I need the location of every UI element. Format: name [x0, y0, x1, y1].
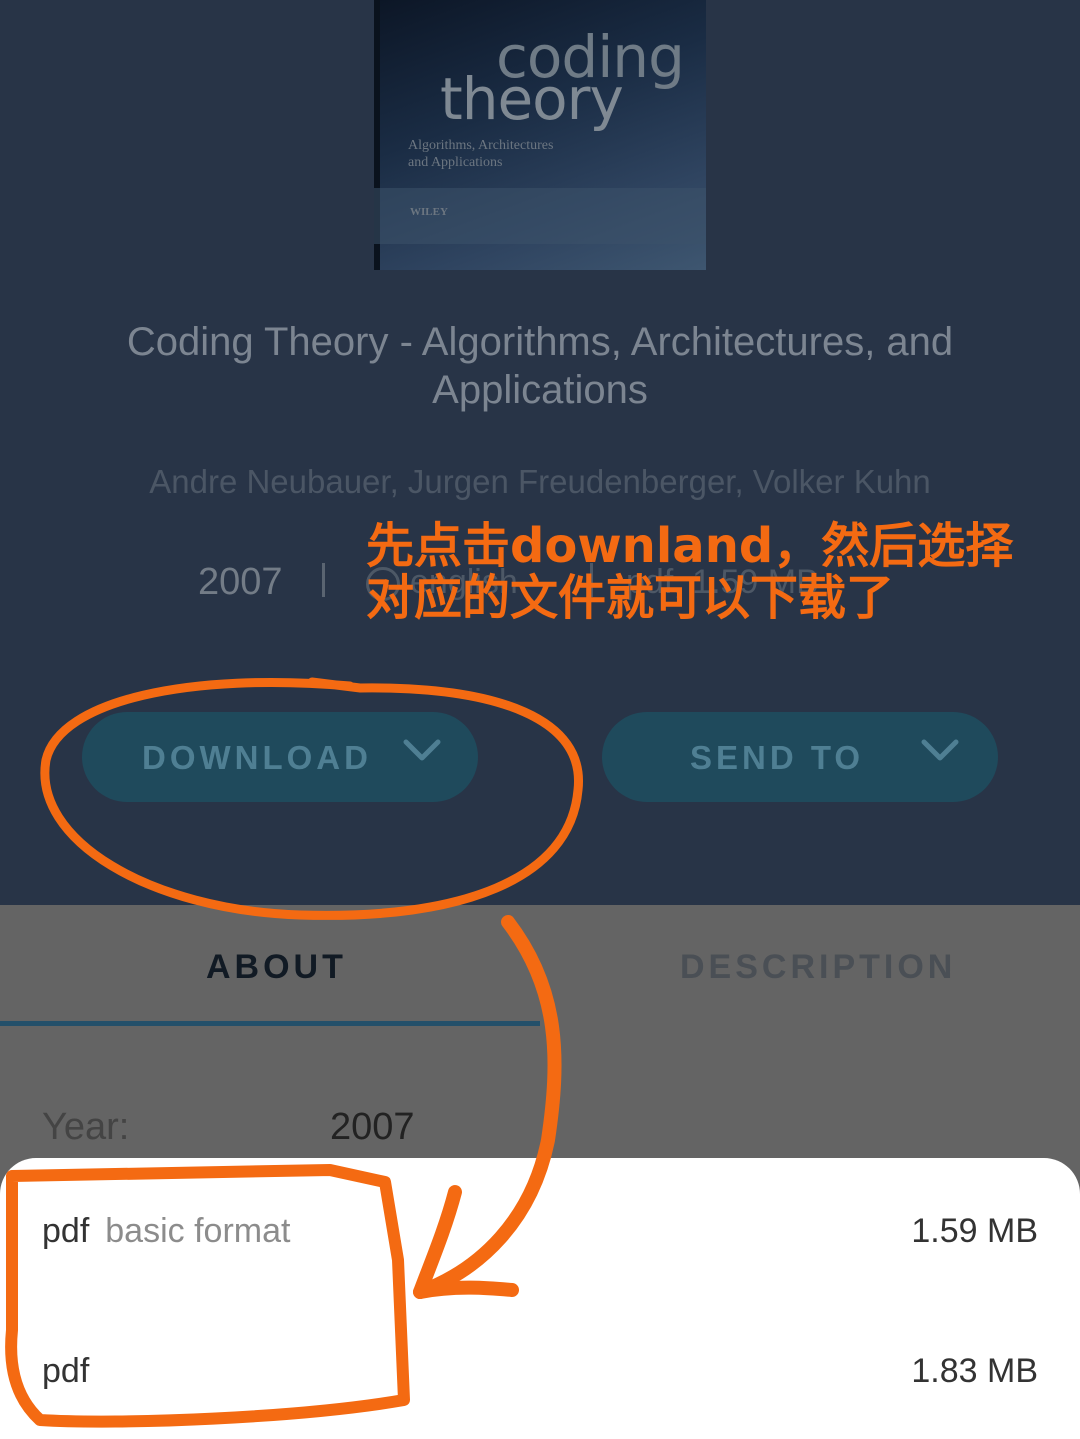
book-cover[interactable]: coding theory Algorithms, Architectures … — [374, 0, 706, 270]
download-option-pdf-basic[interactable]: pdf basic format — [42, 1212, 290, 1251]
tab-indicator — [0, 1021, 540, 1026]
send-to-button[interactable]: SEND TO — [602, 712, 998, 802]
download-button-label: DOWNLOAD — [142, 739, 372, 776]
detail-year-label: Year: — [42, 1106, 130, 1148]
download-option-pdf[interactable]: pdf — [42, 1352, 89, 1391]
meta-year: 2007 — [198, 561, 283, 603]
download-options-sheet — [0, 1158, 1080, 1439]
option-size: 1.83 MB — [911, 1352, 1038, 1390]
book-title: Coding Theory - Algorithms, Architecture… — [126, 320, 954, 412]
meta-divider — [322, 563, 325, 597]
option-format: pdf — [42, 1212, 90, 1250]
cover-publisher: WILEY — [410, 206, 448, 218]
cover-title-line2: theory — [440, 65, 624, 133]
book-header: coding theory Algorithms, Architectures … — [0, 0, 1080, 905]
book-authors[interactable]: Andre Neubauer, Jurgen Freudenberger, Vo… — [60, 463, 1020, 501]
download-button[interactable]: DOWNLOAD — [82, 712, 478, 802]
option-size: 1.59 MB — [911, 1212, 1038, 1250]
annotation-text: 先点击downland，然后选择 对应的文件就可以下载了 — [366, 518, 1014, 626]
option-format: pdf — [42, 1352, 90, 1390]
detail-year-value: 2007 — [330, 1106, 415, 1148]
cover-subtitle: Algorithms, Architectures and Applicatio… — [408, 138, 554, 170]
tab-description[interactable]: DESCRIPTION — [680, 948, 956, 987]
screen: coding theory Algorithms, Architectures … — [0, 0, 1080, 1439]
chevron-down-icon — [921, 739, 959, 761]
tab-about[interactable]: ABOUT — [206, 948, 347, 987]
option-hint: basic format — [105, 1212, 291, 1250]
send-to-button-label: SEND TO — [690, 739, 865, 776]
chevron-down-icon — [403, 739, 441, 761]
